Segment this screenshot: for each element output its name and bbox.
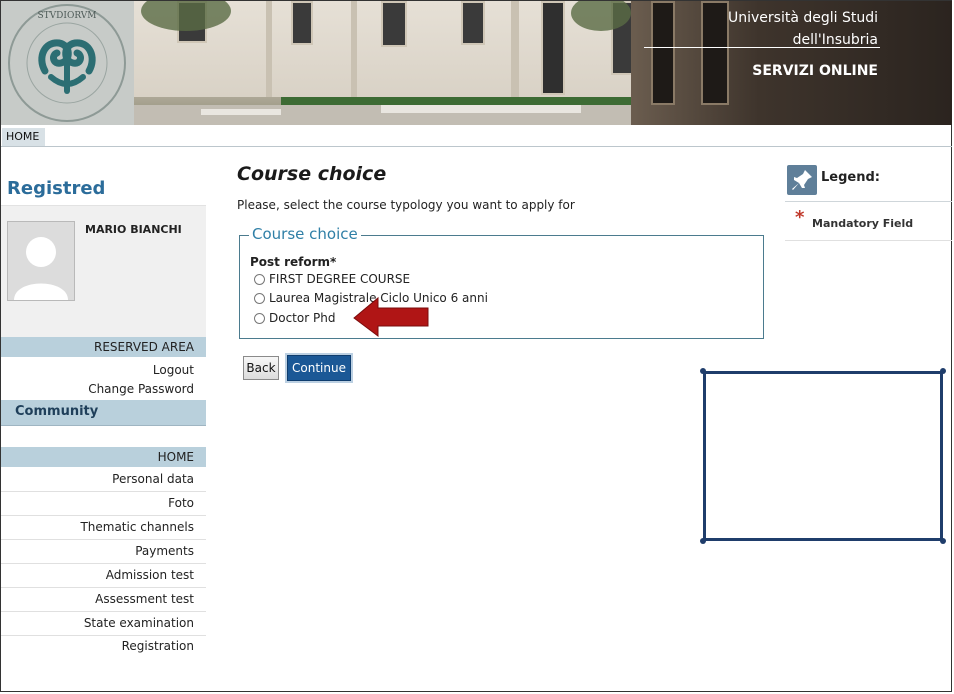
university-seal-icon: STVDIORVM bbox=[8, 4, 126, 122]
community-link[interactable]: Community bbox=[1, 400, 206, 426]
header-divider bbox=[644, 47, 880, 48]
user-placeholder-icon bbox=[14, 237, 68, 300]
sidebar-item-foto[interactable]: Foto bbox=[1, 492, 206, 516]
radio-first-degree[interactable] bbox=[254, 273, 265, 285]
legend-title: Legend: bbox=[821, 170, 880, 185]
post-reform-label: Post reform* bbox=[250, 255, 337, 269]
option-label: Doctor Phd bbox=[269, 311, 336, 325]
sidebar-item-payments[interactable]: Payments bbox=[1, 540, 206, 564]
annotation-highlight-box bbox=[703, 371, 943, 541]
breadcrumb-home-link[interactable]: HOME bbox=[2, 128, 46, 146]
logout-link[interactable]: Logout bbox=[1, 363, 206, 377]
change-password-link[interactable]: Change Password bbox=[1, 382, 206, 396]
university-name: Università degli Studi dell'Insubria bbox=[728, 7, 878, 51]
site-header: STVDIORVM Università degli Studi dell'In… bbox=[1, 1, 952, 125]
annotation-arrow-icon bbox=[353, 296, 429, 337]
fieldset-legend: Course choice bbox=[249, 225, 361, 243]
sidebar-item-assessment-test[interactable]: Assessment test bbox=[1, 588, 206, 612]
breadcrumb: HOME bbox=[1, 128, 952, 147]
radio-doctor-phd[interactable] bbox=[254, 312, 265, 324]
continue-button[interactable]: Continue bbox=[287, 355, 351, 381]
user-box: MARIO BIANCHI bbox=[1, 206, 206, 338]
radio-laurea-magistrale[interactable] bbox=[254, 292, 265, 304]
option-first-degree[interactable]: FIRST DEGREE COURSE bbox=[254, 272, 410, 286]
page-title: Course choice bbox=[237, 163, 387, 185]
divider bbox=[785, 240, 952, 241]
university-name-line1: Università degli Studi bbox=[727, 10, 878, 26]
user-name: MARIO BIANCHI bbox=[85, 223, 182, 236]
svg-text:STVDIORVM: STVDIORVM bbox=[38, 11, 97, 21]
sidebar-item-admission-test[interactable]: Admission test bbox=[1, 564, 206, 588]
university-logo: STVDIORVM bbox=[1, 1, 134, 125]
sidebar-item-state-examination[interactable]: State examination bbox=[1, 612, 206, 636]
back-button[interactable]: Back bbox=[243, 356, 279, 380]
sidebar-title: Registred bbox=[7, 178, 106, 199]
sidebar-item-registration[interactable]: Registration bbox=[1, 639, 206, 653]
page-instructions: Please, select the course typology you w… bbox=[237, 198, 575, 212]
mandatory-star-icon: * bbox=[795, 207, 805, 228]
servizi-online-label: SERVIZI ONLINE bbox=[752, 63, 878, 79]
divider bbox=[785, 201, 952, 202]
sidebar-home-link[interactable]: HOME bbox=[1, 447, 206, 467]
pin-icon bbox=[787, 165, 817, 195]
mandatory-field-label: Mandatory Field bbox=[812, 217, 914, 230]
sidebar-item-thematic-channels[interactable]: Thematic channels bbox=[1, 516, 206, 540]
reserved-area-header: RESERVED AREA bbox=[1, 337, 206, 357]
option-doctor-phd[interactable]: Doctor Phd bbox=[254, 311, 335, 325]
avatar bbox=[7, 221, 75, 301]
sidebar-item-personal-data[interactable]: Personal data bbox=[1, 468, 206, 492]
option-label: FIRST DEGREE COURSE bbox=[269, 272, 411, 286]
